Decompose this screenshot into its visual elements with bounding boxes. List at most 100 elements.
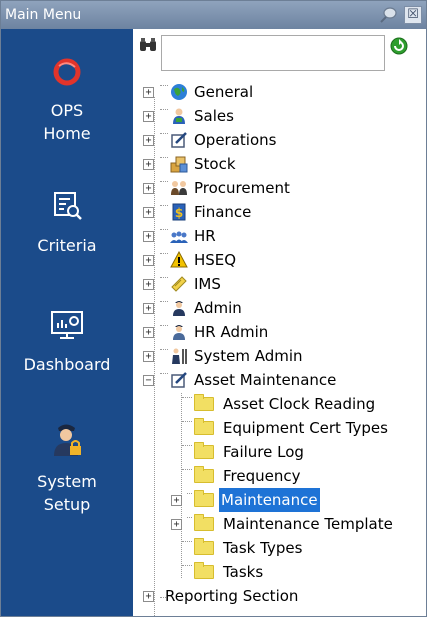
expand-toggle[interactable]: + [143, 159, 154, 170]
tree-item-label: HR [194, 227, 216, 245]
tree-item-label: Finance [194, 203, 252, 221]
ops-logo-icon [1, 57, 133, 93]
expand-toggle[interactable]: + [143, 327, 154, 338]
edit-form-icon [170, 371, 188, 389]
tree-item-admin[interactable]: + Admin [133, 296, 426, 320]
criteria-search-icon [1, 190, 133, 228]
tree-item-label: HSEQ [194, 251, 237, 269]
tree-item-hseq[interactable]: + HSEQ [133, 248, 426, 272]
tree-child-task-types[interactable]: Task Types [133, 536, 426, 560]
tree-item-hr-admin[interactable]: + HR Admin [133, 320, 426, 344]
folder-icon [194, 490, 214, 507]
tree-item-label: Reporting Section [165, 587, 299, 605]
tree-item-ims[interactable]: + IMS [133, 272, 426, 296]
pin-icon[interactable] [378, 6, 398, 24]
nav-ops-home[interactable]: OPS Home [1, 57, 133, 145]
tree-item-label: Operations [194, 131, 277, 149]
expand-toggle[interactable]: + [143, 183, 154, 194]
tree-item-label: System Admin [194, 347, 303, 365]
tree-item-label: Failure Log [223, 443, 304, 461]
tree-item-stock[interactable]: + Stock [133, 152, 426, 176]
collapse-toggle[interactable]: − [143, 375, 154, 386]
tree-item-reporting-section[interactable]: + Reporting Section [133, 584, 426, 608]
expand-toggle[interactable]: + [143, 279, 154, 290]
tree-item-system-admin[interactable]: + System Admin [133, 344, 426, 368]
folder-icon [194, 442, 214, 459]
menu-tree: + General + Sales + Operations + Stock +… [133, 29, 426, 617]
expand-toggle[interactable]: + [143, 111, 154, 122]
sales-person-icon [170, 107, 188, 125]
tree-item-procurement[interactable]: + Procurement [133, 176, 426, 200]
menu-panel: + General + Sales + Operations + Stock +… [133, 29, 426, 617]
admin-user-lock-icon [1, 420, 133, 464]
dashboard-chart-icon [1, 309, 133, 347]
tree-item-label: Procurement [194, 179, 290, 197]
tree-item-label: Admin [194, 299, 242, 317]
tree-item-sales[interactable]: + Sales [133, 104, 426, 128]
tree-item-hr[interactable]: + HR [133, 224, 426, 248]
expand-toggle[interactable]: + [143, 135, 154, 146]
edit-form-icon [170, 131, 188, 149]
svg-text:$: $ [175, 206, 183, 220]
tree-item-label: Maintenance Template [223, 515, 393, 533]
expand-toggle[interactable]: + [143, 303, 154, 314]
tree-item-label: Sales [194, 107, 234, 125]
tree-item-operations[interactable]: + Operations [133, 128, 426, 152]
folder-icon [194, 562, 214, 579]
folder-icon [194, 538, 214, 555]
sidebar: OPS Home Criteria Dashboard System Setup [1, 29, 133, 616]
folder-icon [194, 418, 214, 435]
folder-icon [194, 394, 214, 411]
tree-item-label: Asset Maintenance [194, 371, 337, 389]
nav-label-system-setup: System Setup [37, 472, 97, 514]
admin-person-icon [170, 299, 188, 317]
title-bar[interactable]: Main Menu ☒ [1, 1, 426, 29]
nav-criteria[interactable]: Criteria [1, 190, 133, 257]
expand-toggle[interactable]: + [143, 351, 154, 362]
nav-label-dashboard: Dashboard [23, 355, 111, 374]
system-admin-icon [170, 347, 188, 365]
stock-boxes-icon [170, 155, 188, 173]
nav-system-setup[interactable]: System Setup [1, 420, 133, 516]
nav-label-ops-home: OPS Home [43, 101, 91, 143]
tree-item-label: IMS [194, 275, 221, 293]
globe-icon [170, 83, 188, 101]
folder-icon [194, 466, 214, 483]
hr-admin-icon [170, 323, 188, 341]
main-menu-window: Main Menu ☒ OPS Home Criteria Dashboard … [0, 0, 427, 617]
finance-dollar-icon: $ [170, 203, 188, 221]
expand-toggle[interactable]: + [143, 231, 154, 242]
close-icon[interactable]: ☒ [404, 6, 422, 24]
nav-dashboard[interactable]: Dashboard [1, 309, 133, 376]
tree-child-tasks[interactable]: Tasks [133, 560, 426, 584]
tree-item-asset-maintenance[interactable]: − Asset Maintenance [133, 368, 426, 392]
tree-item-label: Tasks [223, 563, 264, 581]
expand-toggle[interactable]: + [171, 519, 182, 530]
expand-toggle[interactable]: + [171, 495, 182, 506]
tree-child-equipment-cert-types[interactable]: Equipment Cert Types [133, 416, 426, 440]
tree-item-finance[interactable]: + $ Finance [133, 200, 426, 224]
tree-child-asset-clock-reading[interactable]: Asset Clock Reading [133, 392, 426, 416]
window-title: Main Menu [5, 7, 82, 23]
tree-item-label: Equipment Cert Types [223, 419, 388, 437]
expand-toggle[interactable]: + [143, 87, 154, 98]
tree-child-frequency[interactable]: Frequency [133, 464, 426, 488]
tree-item-label-selected: Maintenance [219, 488, 320, 512]
tree-item-label: Stock [194, 155, 236, 173]
expand-toggle[interactable]: + [143, 207, 154, 218]
tree-item-general[interactable]: + General [133, 80, 426, 104]
tree-item-label: General [194, 83, 254, 101]
tree-child-failure-log[interactable]: Failure Log [133, 440, 426, 464]
warning-icon [170, 250, 188, 269]
procurement-people-icon [170, 179, 188, 197]
tree-item-label: Task Types [223, 539, 303, 557]
hr-group-icon [170, 227, 188, 245]
nav-label-criteria: Criteria [37, 236, 97, 255]
tree-item-label: Frequency [223, 467, 301, 485]
expand-toggle[interactable]: + [143, 591, 154, 602]
tree-child-maintenance-template[interactable]: + Maintenance Template [133, 512, 426, 536]
tree-item-label: Asset Clock Reading [223, 395, 376, 413]
expand-toggle[interactable]: + [143, 255, 154, 266]
tree-child-maintenance[interactable]: + Maintenance [133, 488, 426, 512]
tree-item-label: HR Admin [194, 323, 269, 341]
